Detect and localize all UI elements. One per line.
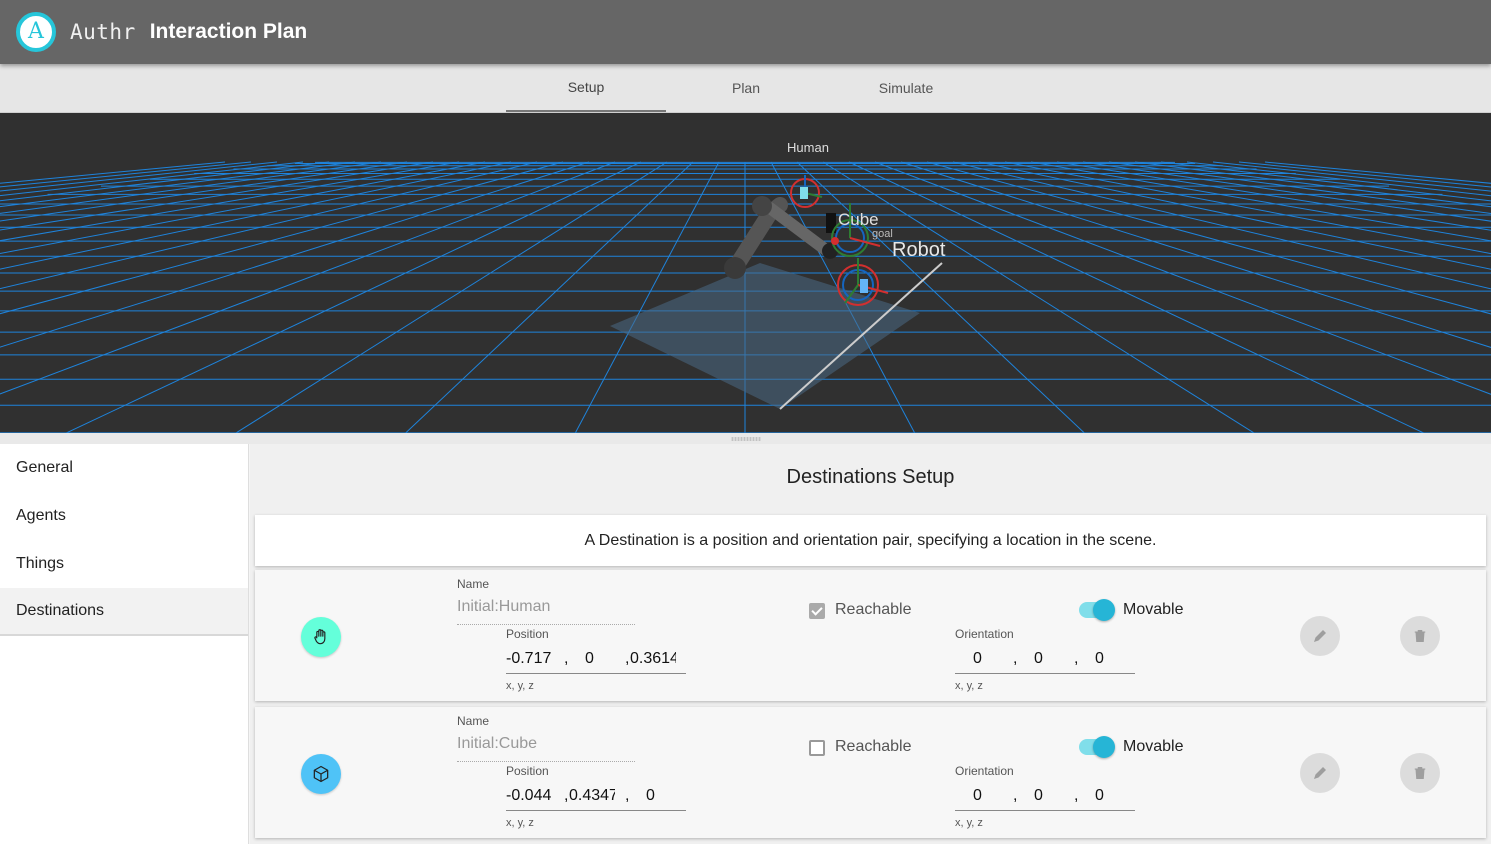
reachable-checkbox[interactable]	[809, 740, 825, 756]
grip-icon	[730, 436, 761, 441]
orientation-input[interactable]: 0 , 0 , 0	[955, 781, 1135, 811]
trash-icon	[1414, 630, 1426, 642]
destination-name-field[interactable]: Initial:Human	[457, 598, 635, 625]
reachable-label: Reachable	[835, 601, 912, 618]
orientation-input[interactable]: 0 , 0 , 0	[955, 644, 1135, 674]
human-label: Human	[787, 140, 829, 155]
robot-label: Robot	[892, 239, 946, 261]
position-z-input[interactable]: 0.3614	[630, 650, 676, 668]
position-axes-hint: x, y, z	[506, 817, 534, 829]
tab-bar: Setup Plan Simulate	[0, 64, 1491, 113]
sidebar-item-agents[interactable]: Agents	[0, 492, 248, 540]
orientation-y-input[interactable]: 0	[1034, 650, 1054, 668]
movable-label: Movable	[1123, 738, 1184, 755]
sidebar-item-general[interactable]: General	[0, 444, 248, 492]
tab-plan[interactable]: Plan	[666, 64, 826, 112]
position-axes-hint: x, y, z	[506, 680, 534, 692]
delete-button[interactable]	[1400, 616, 1440, 656]
description-card: A Destination is a position and orientat…	[255, 515, 1486, 566]
name-label: Name	[457, 577, 490, 591]
position-y-input[interactable]: 0.4347	[569, 787, 615, 805]
position-x-input[interactable]: -0.044	[506, 787, 552, 805]
position-x-input[interactable]: -0.717	[506, 650, 552, 668]
position-y-input[interactable]: 0	[585, 650, 615, 668]
destination-card: Name Initial:Human Position -0.717 , 0 ,…	[255, 570, 1486, 701]
section-title: Destinations Setup	[786, 465, 955, 488]
orientation-label: Orientation	[955, 627, 1014, 641]
position-label: Position	[506, 627, 549, 641]
edit-button[interactable]	[1300, 616, 1340, 656]
pencil-icon	[1314, 767, 1326, 779]
panel-resize-handle[interactable]	[0, 433, 1491, 444]
page-title: Interaction Plan	[149, 20, 308, 43]
trash-icon	[1414, 767, 1426, 779]
orientation-axes-hint: x, y, z	[955, 817, 983, 829]
tab-simulate[interactable]: Simulate	[826, 64, 986, 112]
movable-toggle[interactable]	[1079, 599, 1115, 621]
brand-name: Authr	[70, 20, 136, 44]
pencil-icon	[1314, 630, 1326, 642]
hand-icon	[314, 629, 326, 645]
orientation-axes-hint: x, y, z	[955, 680, 983, 692]
orientation-z-input[interactable]: 0	[1095, 787, 1115, 805]
movable-toggle[interactable]	[1079, 736, 1115, 758]
destinations-panel: Destinations Setup A Destination is a po…	[250, 444, 1491, 844]
tab-setup[interactable]: Setup	[506, 64, 666, 112]
delete-button[interactable]	[1400, 753, 1440, 793]
position-input[interactable]: -0.717 , 0 , 0.3614	[506, 644, 686, 674]
cube-icon	[313, 765, 329, 783]
orientation-x-input[interactable]: 0	[973, 650, 993, 668]
description-text: A Destination is a position and orientat…	[584, 531, 1157, 549]
name-label: Name	[457, 714, 490, 728]
orientation-y-input[interactable]: 0	[1034, 787, 1054, 805]
cube-label: Cube	[838, 210, 879, 229]
destination-avatar	[301, 754, 341, 794]
position-input[interactable]: -0.044 , 0.4347 , 0	[506, 781, 686, 811]
orientation-x-input[interactable]: 0	[973, 787, 993, 805]
robot-arm	[724, 196, 838, 279]
sidebar-item-things[interactable]: Things	[0, 540, 248, 588]
position-label: Position	[506, 764, 549, 778]
destination-card: Name Initial:Cube Position -0.044 , 0.43…	[255, 707, 1486, 838]
reachable-label: Reachable	[835, 738, 912, 755]
reachable-checkbox[interactable]	[809, 603, 825, 619]
orientation-label: Orientation	[955, 764, 1014, 778]
destination-avatar	[301, 617, 341, 657]
setup-sidebar: General Agents Things Destinations	[0, 444, 249, 844]
edit-button[interactable]	[1300, 753, 1340, 793]
sidebar-item-destinations[interactable]: Destinations	[0, 588, 248, 636]
scene-viewport[interactable]: Human Cube goal Robot	[0, 113, 1491, 433]
movable-label: Movable	[1123, 601, 1184, 618]
destination-name-field[interactable]: Initial:Cube	[457, 735, 635, 762]
position-z-input[interactable]: 0	[646, 787, 666, 805]
authr-logo: A	[16, 12, 56, 52]
orientation-z-input[interactable]: 0	[1095, 650, 1115, 668]
app-bar: A Authr Interaction Plan	[0, 0, 1491, 64]
goal-label: goal	[872, 228, 893, 240]
scene-canvas[interactable]: Human Cube goal Robot	[0, 113, 1491, 433]
